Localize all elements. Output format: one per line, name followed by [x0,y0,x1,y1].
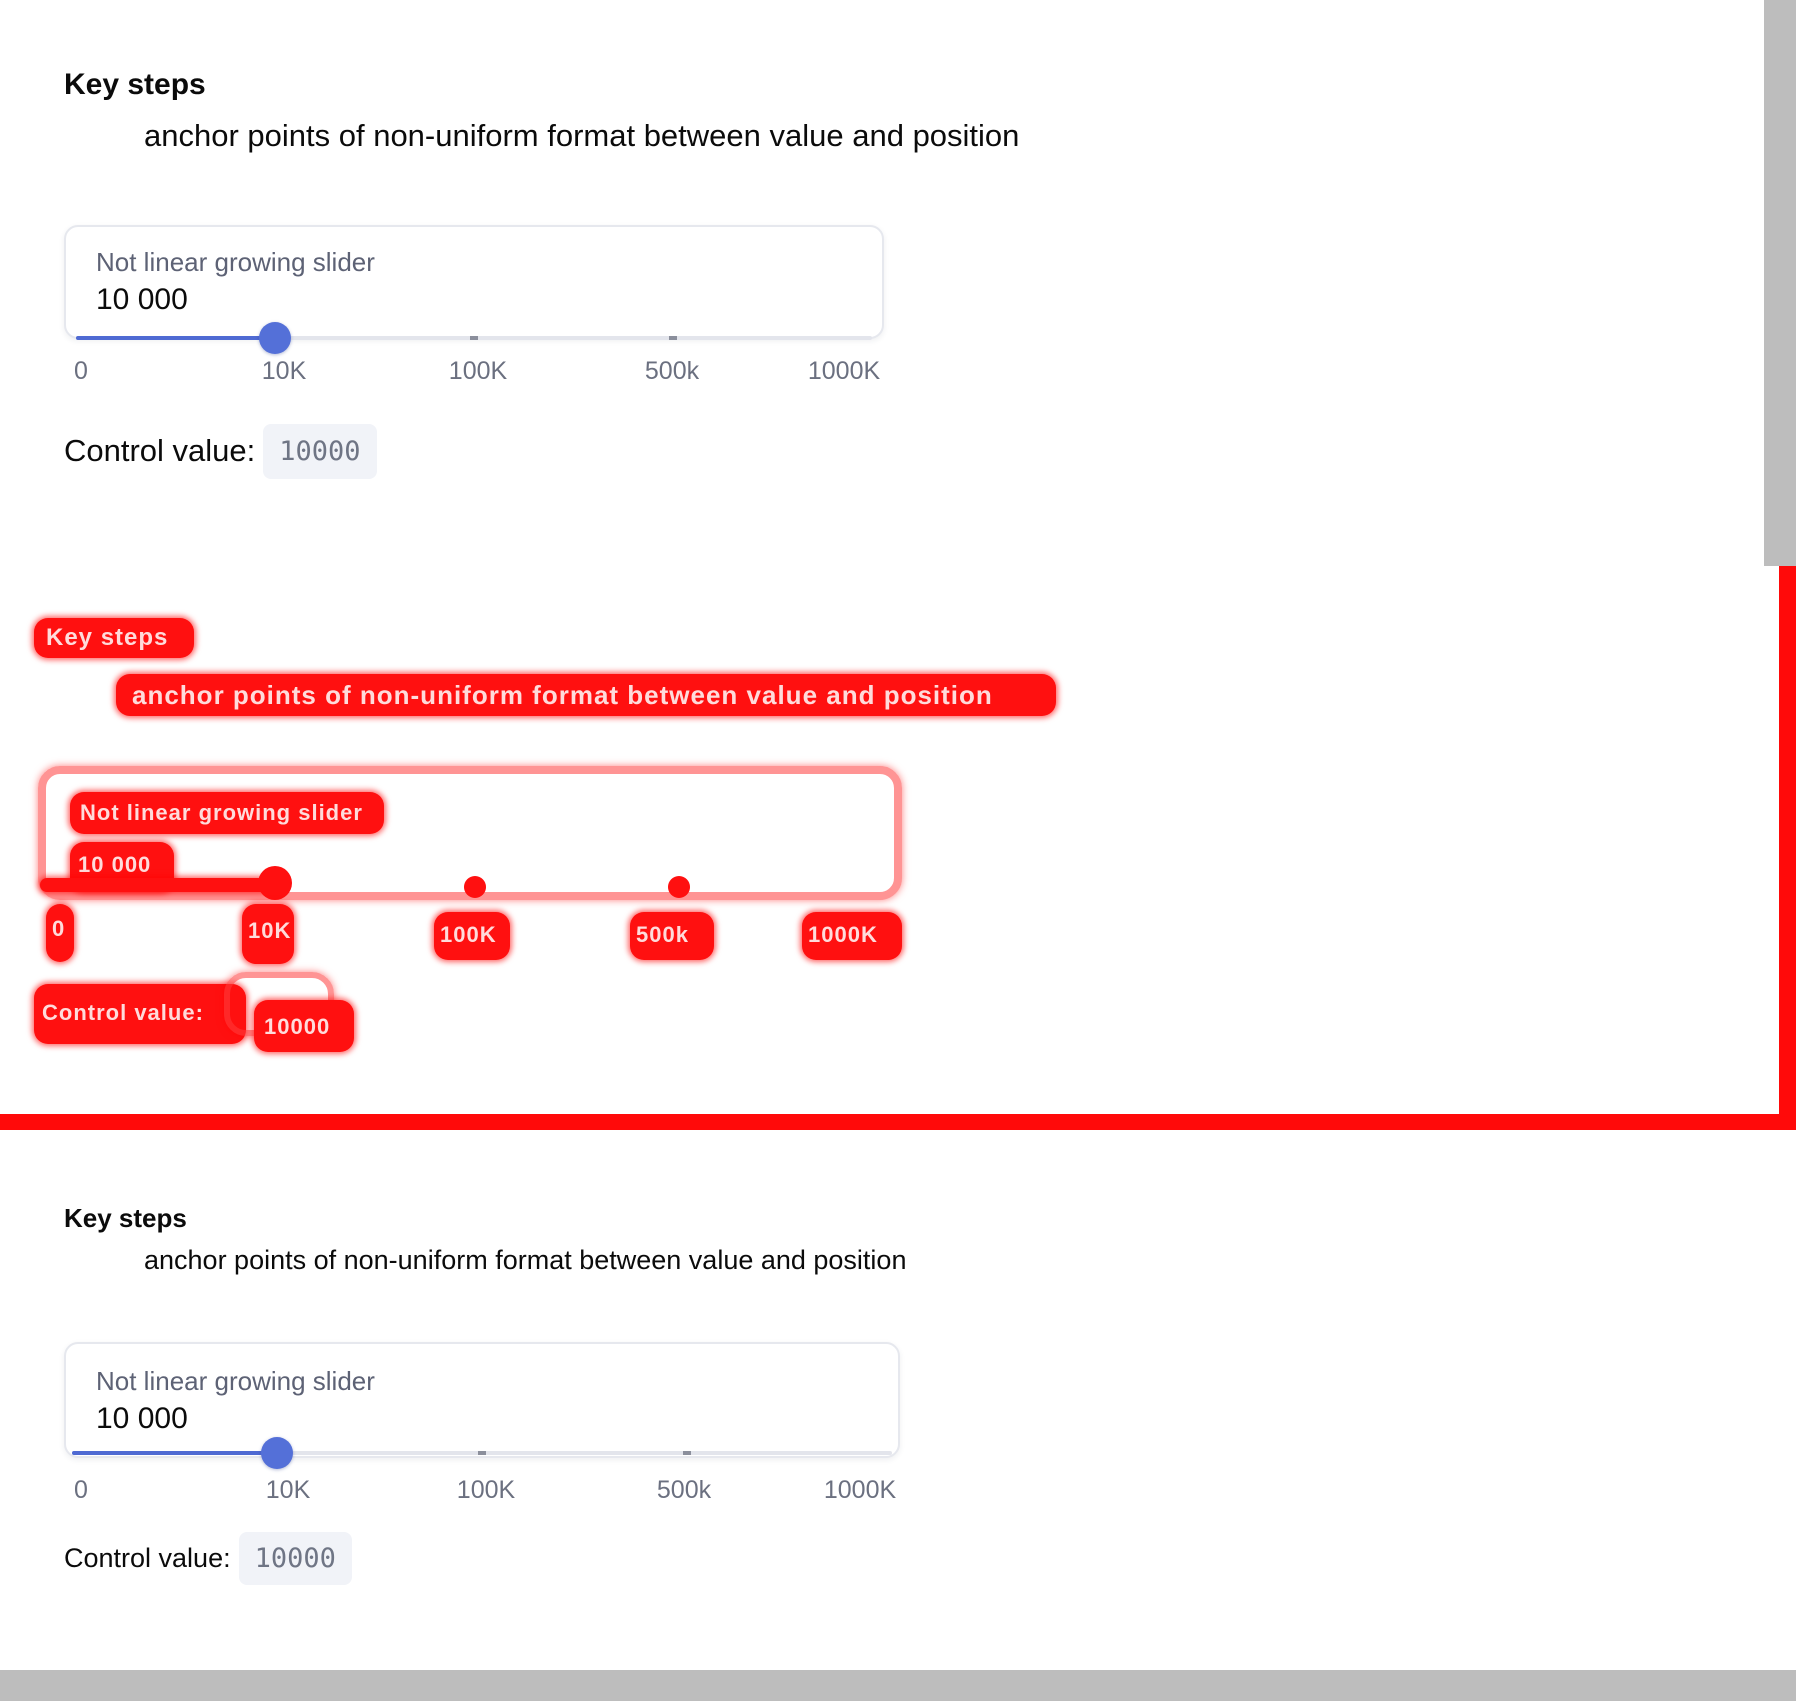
slider-track[interactable] [76,322,872,354]
slider-field[interactable]: Not linear growing slider 10 000 [64,1342,900,1458]
tick-label-0: 0 [74,1476,88,1504]
tick-label-100k: 100K [448,357,508,385]
overlay-control-label-mark: Control value: [34,984,246,1044]
slider-thumb[interactable] [261,1437,293,1469]
control-value-row: Control value: 10000 [64,1530,352,1586]
control-value-code: 10000 [263,423,377,479]
tick-label-500k: 500k [644,357,700,385]
slider-value-display: 10 000 [96,1402,188,1435]
overlay-title-mark: Key steps [34,618,194,658]
tick-label-100k: 100K [456,1476,516,1504]
slider-label: Not linear growing slider [96,1366,375,1396]
overlay-tick-label-text: 100K [440,922,497,947]
overlay-tick-label-mark: 500k [630,912,714,960]
tick-label-1000k: 1000K [807,357,881,385]
overlay-control-label-text: Control value: [42,1000,204,1025]
overlay-track-mark [40,878,270,892]
control-value-row: Control value: 10000 [64,423,377,479]
overlay-card-label-mark: Not linear growing slider [70,792,384,834]
overlay-border-right [1779,566,1796,1116]
slider-track-fill [76,336,275,340]
overlay-tick-label-mark: 1000K [802,912,902,960]
overlay-tick-label-text: 500k [636,922,689,947]
slider-track[interactable] [72,1437,892,1469]
control-value-code: 10000 [238,1531,352,1585]
slider-field[interactable]: Not linear growing slider 10 000 [64,225,884,339]
slider-tick [470,336,478,340]
overlay-tick-label-mark: 0 [46,904,74,962]
overlay-card-label-text: Not linear growing slider [80,800,363,825]
slider-track-fill [72,1451,277,1455]
demo-title: Key steps [64,1203,187,1233]
scrollbar-gutter [1764,0,1796,566]
slider-value-display: 10 000 [96,283,188,316]
slider-tick [669,336,677,340]
demo-title: Key steps [64,68,206,101]
overlay-control-value-text: 10000 [264,1014,331,1039]
bottom-gutter [0,1670,1796,1701]
tick-label-500k: 500k [656,1476,712,1504]
control-value-label: Control value: [64,1542,231,1573]
overlay-tick-label-text: 1000K [808,922,878,947]
tick-label-1000k: 1000K [823,1476,897,1504]
overlay-tick-mark [464,876,486,898]
tick-label-10k: 10K [261,357,307,385]
overlay-tick-label-text: 10K [248,918,292,943]
tick-label-0: 0 [74,357,88,385]
overlay-tick-mark [668,876,690,898]
tick-label-10k: 10K [265,1476,311,1504]
overlay-description-text: anchor points of non-uniform format betw… [132,680,993,710]
control-value-label: Control value: [64,433,256,468]
overlay-card-value-text: 10 000 [78,852,152,877]
annotation-overlay: Key steps anchor points of non-uniform f… [0,566,1796,1132]
overlay-tick-label-mark: 100K [434,912,510,960]
slider-tick [478,1451,486,1455]
overlay-control-value-mark: 10000 [254,1000,354,1052]
overlay-description-mark: anchor points of non-uniform format betw… [116,674,1056,716]
overlay-tick-label-text: 0 [52,916,66,941]
overlay-title-text: Key steps [46,624,169,651]
slider-thumb[interactable] [259,322,291,354]
slider-tick [683,1451,691,1455]
demo-description: anchor points of non-uniform format betw… [144,1245,907,1275]
overlay-tick-label-mark: 10K [242,904,294,964]
overlay-thumb-mark [258,866,292,900]
demo-description: anchor points of non-uniform format betw… [144,118,1020,153]
slider-label: Not linear growing slider [96,247,375,277]
